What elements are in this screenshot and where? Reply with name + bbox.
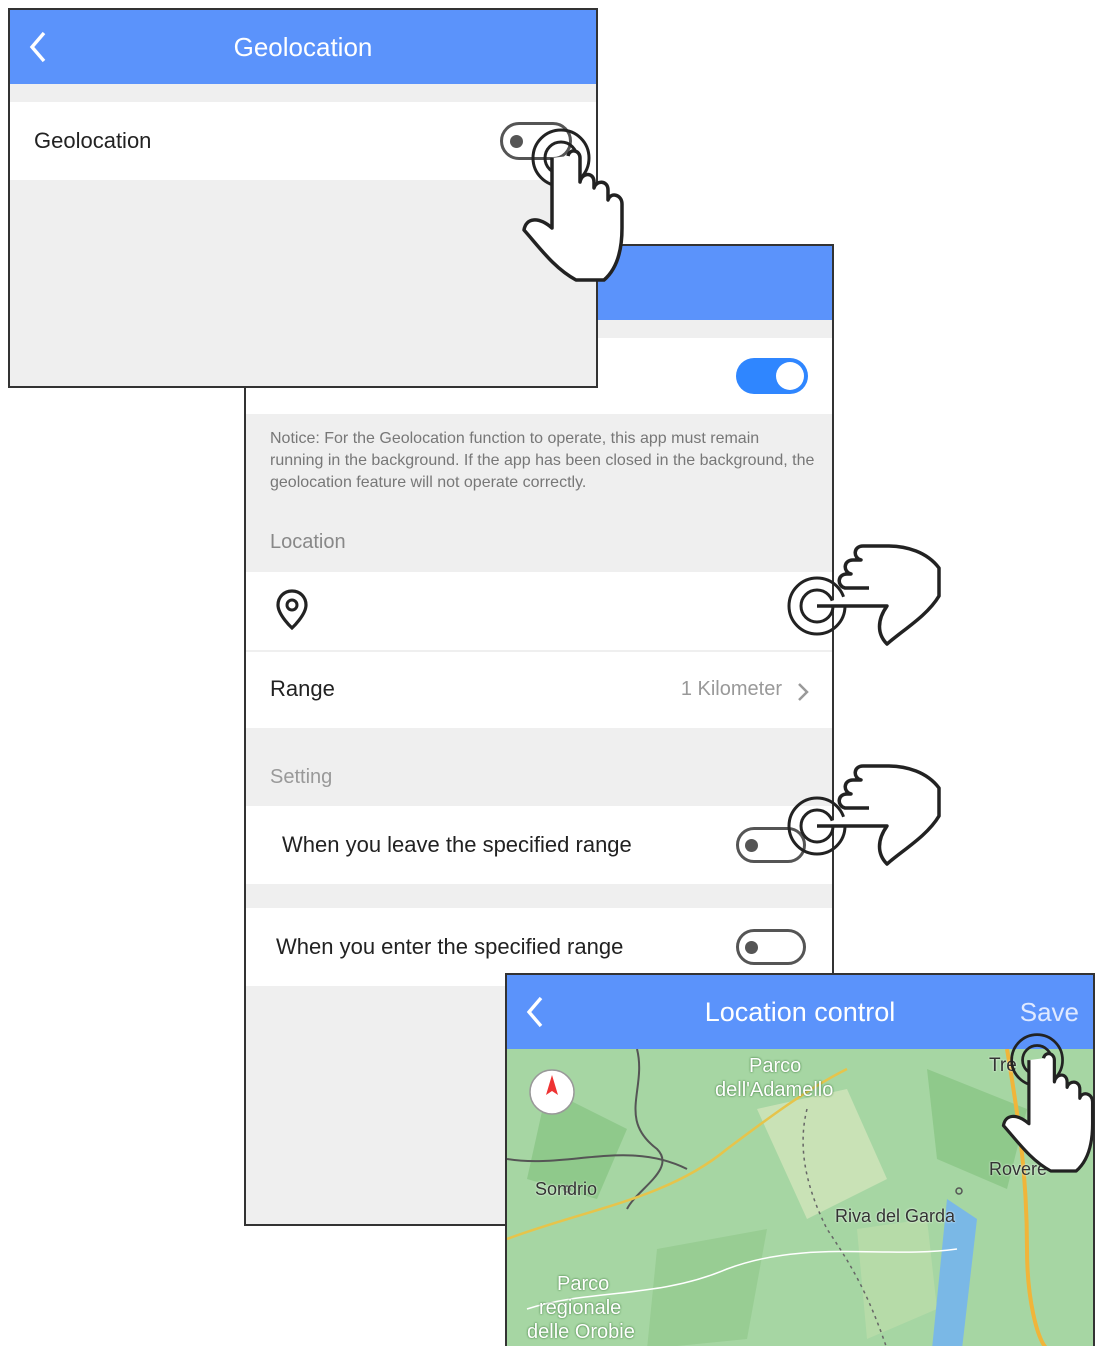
chevron-right-icon bbox=[798, 683, 809, 701]
geolocation-screen: Geolocation Geolocation bbox=[8, 8, 598, 388]
leave-range-row: When you leave the specified range bbox=[246, 806, 832, 884]
location-row[interactable] bbox=[246, 572, 832, 650]
header-bar: Geolocation bbox=[10, 10, 596, 84]
location-pin-icon bbox=[276, 589, 308, 631]
compass-icon[interactable] bbox=[527, 1067, 577, 1117]
geolocation-toggle[interactable] bbox=[736, 358, 808, 394]
geolocation-label: Geolocation bbox=[34, 128, 152, 153]
map-label-adamello-2: dell'Adamello bbox=[715, 1079, 834, 1101]
hand-pointer-icon bbox=[787, 764, 941, 866]
setting-section-header: Setting bbox=[270, 766, 333, 788]
geolocation-row: Geolocation bbox=[10, 102, 596, 180]
location-section-header: Location bbox=[270, 531, 346, 553]
map-label-orobie-2: regionale bbox=[539, 1297, 622, 1319]
enter-range-label: When you enter the specified range bbox=[276, 934, 624, 959]
map-label-orobie-3: delle Orobie bbox=[527, 1321, 635, 1343]
leave-range-label: When you leave the specified range bbox=[282, 832, 632, 857]
range-value: 1 Kilometer bbox=[680, 678, 782, 700]
map-label-adamello-1: Parco bbox=[749, 1055, 802, 1077]
range-row[interactable]: Range 1 Kilometer bbox=[246, 652, 832, 728]
hand-pointer-icon bbox=[1001, 1033, 1095, 1173]
hand-pointer-icon bbox=[522, 128, 624, 282]
map-label-riva: Riva del Garda bbox=[835, 1206, 956, 1226]
range-label: Range bbox=[270, 676, 335, 701]
hand-pointer-icon bbox=[787, 544, 941, 646]
map-label-orobie-1: Parco bbox=[557, 1273, 610, 1295]
map-label-sondrio: Sondrio bbox=[535, 1179, 598, 1199]
enter-range-toggle[interactable] bbox=[736, 929, 806, 965]
notice-text: Notice: For the Geolocation function to … bbox=[270, 430, 815, 491]
page-title: Geolocation bbox=[233, 32, 373, 62]
